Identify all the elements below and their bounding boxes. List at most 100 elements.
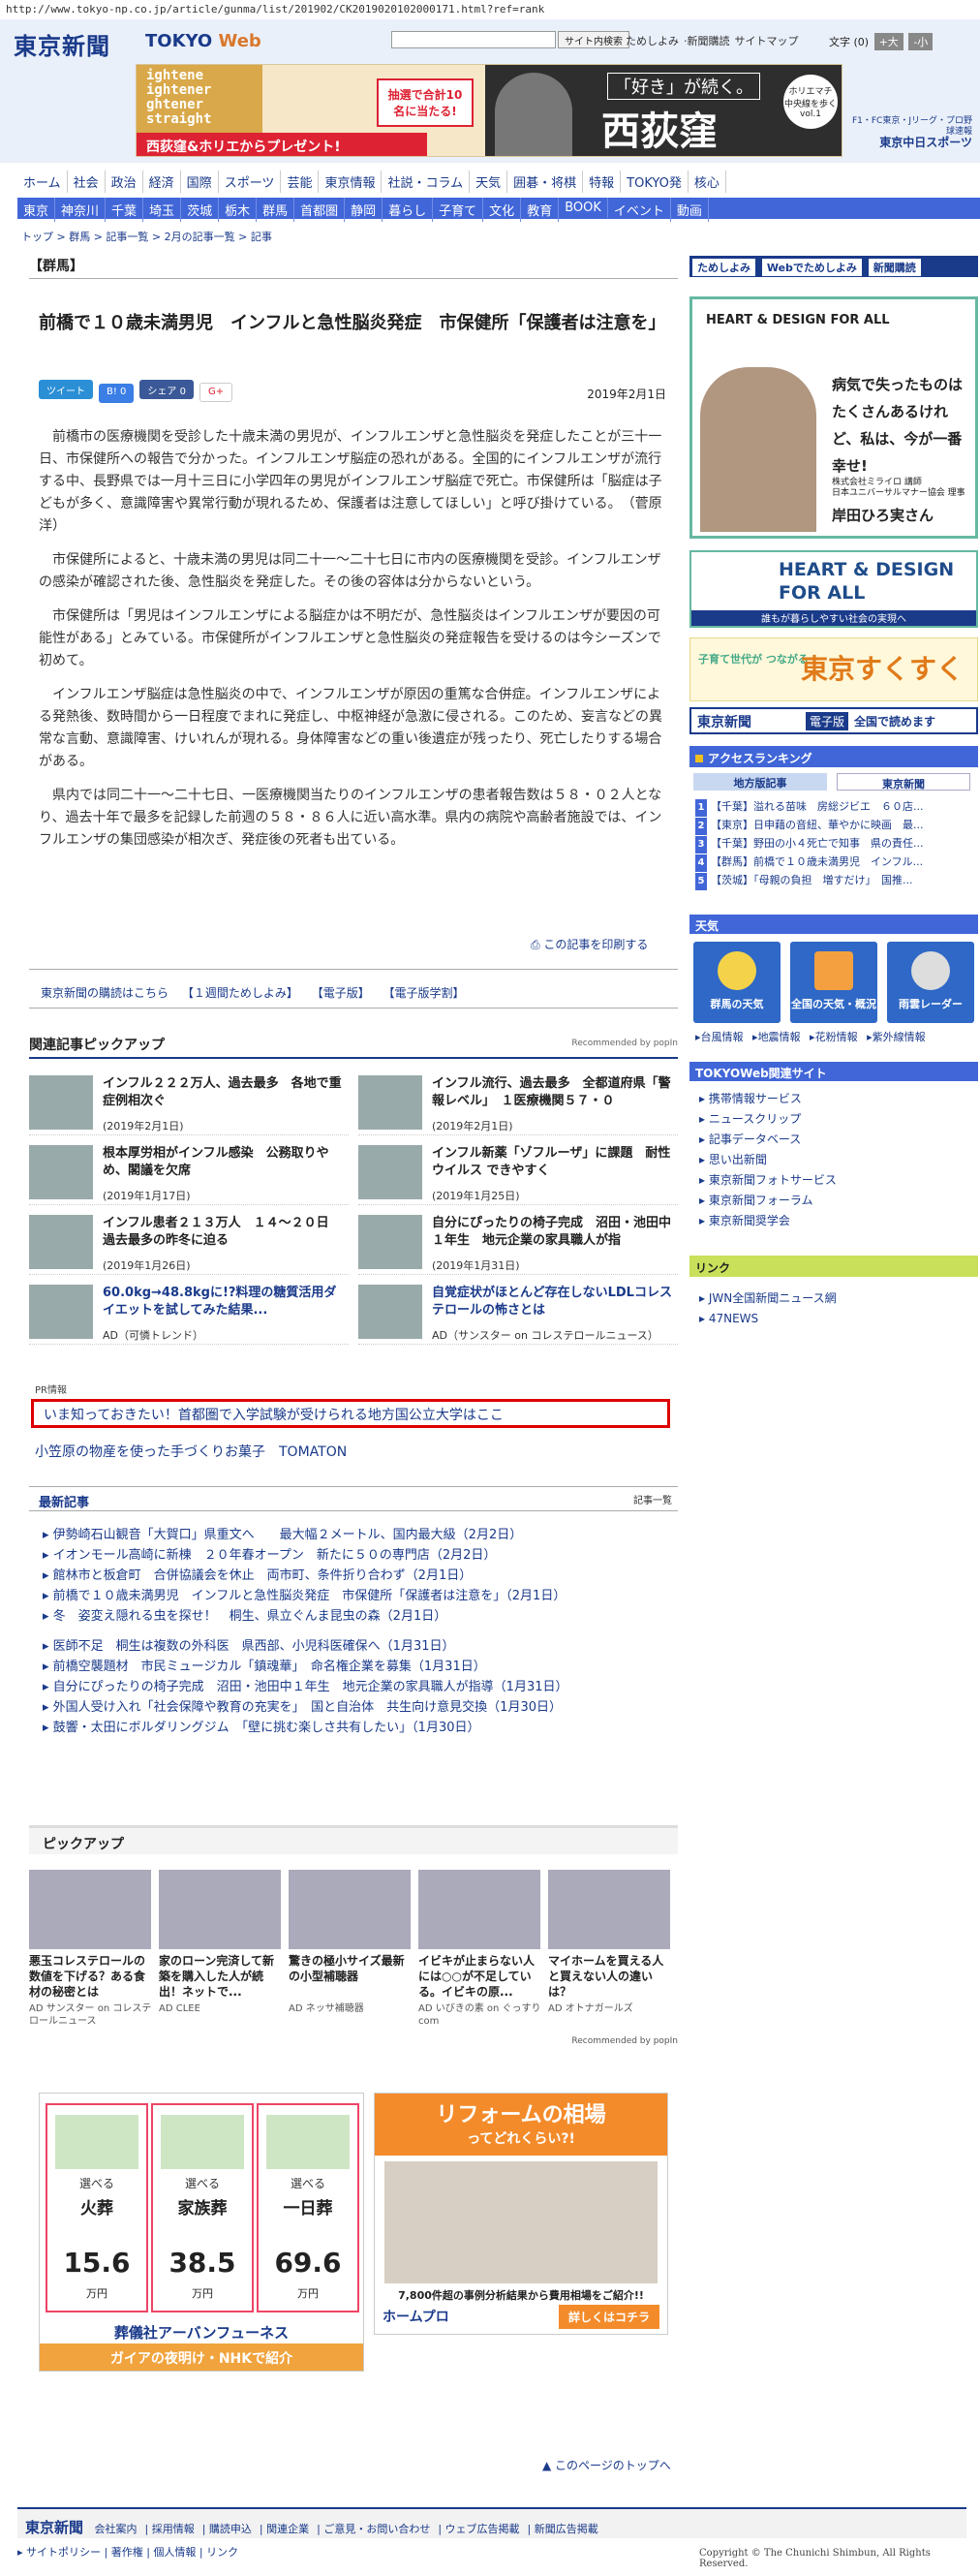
footer-link[interactable]: 関連企業 xyxy=(266,2523,309,2535)
region-ibaraki[interactable]: 茨城 xyxy=(181,198,220,222)
external-link[interactable]: 47NEWS xyxy=(699,1309,978,1329)
subscribe-button[interactable]: 新聞購読 xyxy=(868,259,921,276)
heart-design-banner[interactable]: HEART & DESIGN FOR ALL 誰もが暮らしやすい社会の実現へ xyxy=(689,550,978,628)
footer-logo[interactable]: 東京新聞 xyxy=(25,2519,83,2536)
external-link[interactable]: JWN全国新聞ニュース網 xyxy=(699,1288,978,1309)
latest-item[interactable]: イオンモール高崎に新棟 ２０年春オープン 新たに５０の専門店（2月2日） xyxy=(43,1545,682,1566)
pr-highlight-link[interactable]: いま知っておきたい！首都圏で入学試験が受けられる地方国公立大学はここ xyxy=(31,1399,670,1428)
nav-book[interactable]: BOOK xyxy=(559,198,608,218)
footer-link[interactable]: サイトポリシー xyxy=(26,2546,101,2559)
nav-item-entertainment[interactable]: 芸能 xyxy=(281,171,320,193)
nav-item-go-shogi[interactable]: 囲碁・将棋 xyxy=(507,171,584,193)
ranking-item[interactable]: 5 【茨城】「母親の負担 増すだけ」 国推... xyxy=(695,872,976,890)
region-gunma[interactable]: 群馬 xyxy=(257,198,295,222)
tab-tokyo-shimbun[interactable]: 東京新聞 xyxy=(837,773,970,791)
subscribe-link[interactable]: 東京新聞の購読はこちら xyxy=(41,986,168,1000)
pickup-ad[interactable]: 悪玉コレステロールの数値を下げる？ある食材の秘密とは AD サンスター on コレ… xyxy=(29,1870,153,2028)
header-link-subscribe[interactable]: 新聞購読 xyxy=(688,35,730,47)
rain-radar-button[interactable]: 雨雲レーダー xyxy=(887,942,974,1023)
related-site-link[interactable]: ニュースクリップ xyxy=(699,1109,978,1130)
funeral-ad[interactable]: 選べる 火葬 15.6 万円 選べる 家族葬 38.5 万円 選べる 一日葬 69.6 万円 葬儀… xyxy=(39,2093,364,2372)
related-site-link[interactable]: 携帯情報サービス xyxy=(699,1089,978,1109)
nav-item-society[interactable]: 社会 xyxy=(68,171,106,193)
nav-parenting[interactable]: 子育て xyxy=(433,198,484,222)
latest-item[interactable]: 前橋空襲題材 市民ミュージカル「鎮魂華」 命名権企業を募集（1月31日） xyxy=(43,1657,682,1677)
latest-item[interactable]: 伊勢崎石山観音「大賀口」県重文へ 最大幅２メートル、国内最大級（2月2日） xyxy=(43,1525,682,1545)
reform-ad[interactable]: リフォームの相場 ってどれくらい?! 7,800件超の事例分析結果から費用相場を… xyxy=(374,2093,668,2335)
breadcrumb[interactable]: トップ > 群馬 > 記事一覧 > 2月の記事一覧 > 記事 xyxy=(21,229,272,244)
national-weather-button[interactable]: 全国の天気・概況 xyxy=(790,942,877,1023)
footer-link[interactable]: 新聞広告掲載 xyxy=(535,2523,598,2535)
related-ad[interactable]: 自覚症状がほとんど存在しないLDLコレステロールの怖さとは AD（サンスター on… xyxy=(358,1281,678,1345)
facebook-share-button[interactable]: シェア 0 xyxy=(139,380,194,399)
footer-link[interactable]: 会社案内 xyxy=(95,2523,138,2535)
font-larger-button[interactable]: +大 xyxy=(873,33,903,50)
region-tochigi[interactable]: 栃木 xyxy=(219,198,258,222)
nav-item-tokyo-hatsu[interactable]: TOKYO発 xyxy=(621,171,689,193)
sukusuku-banner[interactable]: 子育て世代が つながる 東京すくすく xyxy=(689,637,978,701)
digital-student-link[interactable]: 【電子版学割】 xyxy=(383,986,465,1000)
related-article[interactable]: 自分にぴったりの椅子完成 沼田・池田中１年生 地元企業の家具職人が指 (2019年… xyxy=(358,1211,678,1275)
related-site-link[interactable]: 思い出新聞 xyxy=(699,1150,978,1170)
nav-item-editorial[interactable]: 社説・コラム xyxy=(382,171,471,193)
related-site-link[interactable]: 記事データベース xyxy=(699,1130,978,1150)
header-link-sitemap[interactable]: サイトマップ xyxy=(735,35,799,47)
nav-item-international[interactable]: 国際 xyxy=(181,171,219,193)
nav-item-special[interactable]: 特報 xyxy=(583,171,622,193)
nav-item-sports[interactable]: スポーツ xyxy=(219,171,282,193)
trial-week-link[interactable]: 【１週間ためしよみ】 xyxy=(182,986,298,1000)
related-site-link[interactable]: 東京新聞フォーラム xyxy=(699,1191,978,1211)
related-site-link[interactable]: 東京新聞奨学会 xyxy=(699,1211,978,1231)
ranking-item[interactable]: 4 【群馬】前橋で１０歳未満男児 インフル... xyxy=(695,853,976,872)
footer-link[interactable]: 著作権 xyxy=(111,2546,143,2559)
footer-link[interactable]: ウェブ広告掲載 xyxy=(445,2523,520,2535)
hatena-bookmark-button[interactable]: B! 0 xyxy=(99,384,135,403)
weather-link[interactable]: 紫外線情報 xyxy=(873,1031,926,1043)
digital-edition-link[interactable]: 【電子版】 xyxy=(312,986,370,1000)
weather-link[interactable]: 花粉情報 xyxy=(815,1031,858,1043)
related-article[interactable]: インフル２２２万人、過去最多 各地で重症例相次ぐ (2019年2月1日) xyxy=(29,1071,349,1135)
pickup-ad[interactable]: 家のローン完済して新築を購入した人が続出！ネットで... AD CLEE xyxy=(159,1870,283,2015)
related-article[interactable]: インフル患者２１３万人 １４〜２０日 過去最多の昨冬に迫る (2019年1月26日… xyxy=(29,1211,349,1275)
latest-item[interactable]: 館林市と板倉町 合併協議会を休止 両市町、条件折り合わず（2月1日） xyxy=(43,1566,682,1586)
header-link-trial[interactable]: ためしよみ xyxy=(626,35,679,47)
weather-link[interactable]: 台風情報 xyxy=(701,1031,744,1043)
pr-link[interactable]: 小笠原の物産を使った手づくりお菓子 TOMATON xyxy=(35,1442,347,1461)
pickup-ad[interactable]: 驚きの極小サイズ最新の小型補聴器 AD ネッサ補聴器 xyxy=(289,1870,413,2015)
latest-item[interactable]: 冬 姿変え隠れる虫を探せ！ 桐生、県立ぐんま昆虫の森（2月1日） xyxy=(43,1606,682,1627)
latest-item[interactable]: 前橋で１０歳未満男児 インフルと急性脳炎発症 市保健所「保護者は注意を」（2月1… xyxy=(43,1586,682,1606)
nav-event[interactable]: イベント xyxy=(608,198,671,222)
latest-item[interactable]: 鼓響・太田にボルダリングジム 「壁に挑む楽しさ共有したい」（1月30日） xyxy=(43,1718,682,1738)
footer-link[interactable]: リンク xyxy=(206,2546,238,2559)
gunma-weather-button[interactable]: 群馬の天気 xyxy=(693,942,781,1023)
footer-link[interactable]: 購読申込 xyxy=(209,2523,252,2535)
region-tokyo[interactable]: 東京 xyxy=(17,198,56,222)
footer-link[interactable]: 採用情報 xyxy=(152,2523,195,2535)
google-plus-button[interactable]: G+ xyxy=(199,383,233,402)
nav-item-core[interactable]: 核心 xyxy=(689,171,726,193)
nav-culture[interactable]: 文化 xyxy=(483,198,522,222)
region-kanagawa[interactable]: 神奈川 xyxy=(55,198,107,222)
tokyo-web-logo[interactable]: TOKYO Web xyxy=(145,31,261,51)
ranking-item[interactable]: 2 【東京】日申藉の音紐、華やかに映画 最... xyxy=(695,817,976,835)
pickup-ad[interactable]: マイホームを買える人と買えない人の違いは？ AD オトナガールズ xyxy=(548,1870,672,2015)
chunichi-sports-link[interactable]: F1・FC東京・Jリーグ・プロ野球速報 東京中日スポーツ xyxy=(848,116,972,150)
pickup-ad[interactable]: イビキが止まらない人には○○が不足している。イビキの原... AD いびきの素 o… xyxy=(418,1870,542,2028)
nav-living[interactable]: 暮らし xyxy=(383,198,434,222)
footer-link[interactable]: 個人情報 xyxy=(153,2546,196,2559)
region-saitama[interactable]: 埼玉 xyxy=(143,198,182,222)
ranking-item[interactable]: 1 【千葉】溢れる苗味 房総ジビエ ６０店... xyxy=(695,798,976,817)
latest-item[interactable]: 外国人受け入れ「社会保障や教育の充実を」 国と自治体 共生向け意見交換（1月30… xyxy=(43,1697,682,1718)
nav-item-home[interactable]: ホーム xyxy=(17,171,68,193)
nav-education[interactable]: 教育 xyxy=(521,198,560,222)
font-smaller-button[interactable]: -小 xyxy=(908,33,934,50)
nav-item-politics[interactable]: 政治 xyxy=(106,171,143,193)
reform-details-button[interactable]: 詳しくはコチラ xyxy=(558,2305,659,2329)
latest-item[interactable]: 自分にぴったりの椅子完成 沼田・池田中１年生 地元企業の家具職人が指導（1月31… xyxy=(43,1677,682,1697)
weather-link[interactable]: 地震情報 xyxy=(758,1031,801,1043)
page-top-link[interactable]: ▲ このページのトップへ xyxy=(542,2457,671,2473)
nav-item-tokyo-info[interactable]: 東京情報 xyxy=(319,171,383,193)
print-article-link[interactable]: ⎙ この記事を印刷する xyxy=(531,936,648,952)
nav-item-weather[interactable]: 天気 xyxy=(470,171,508,193)
footer-link[interactable]: ご意見・お問い合わせ xyxy=(323,2523,430,2535)
